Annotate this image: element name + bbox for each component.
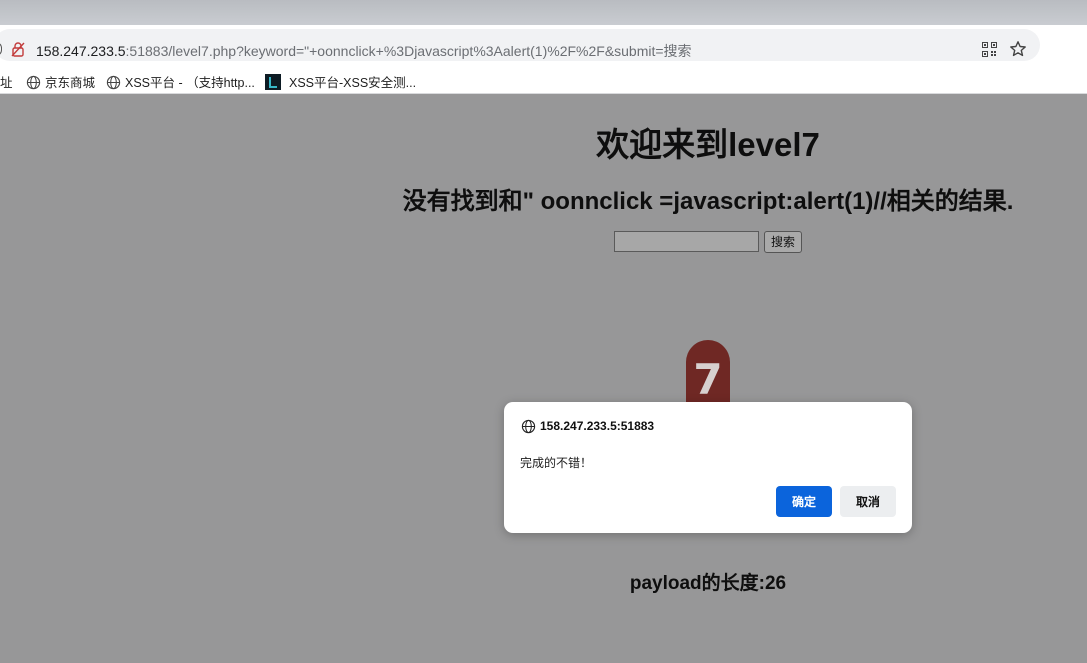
bookmark-label: 址: [0, 76, 13, 90]
url-text[interactable]: 158.247.233.5:51883/level7.php?keyword="…: [36, 41, 692, 61]
bookmark-label: XSS平台 - （支持http...: [125, 76, 255, 90]
bookmark-xss-security[interactable]: XSS平台-XSS安全测...: [265, 72, 416, 91]
dialog-message: 完成的不错！: [520, 456, 593, 470]
level-badge-image: 7: [686, 340, 730, 410]
payload-length-text: payload的长度:26: [629, 573, 787, 594]
address-bar-row: 158.247.233.5:51883/level7.php?keyword="…: [0, 25, 1087, 65]
page-info-icon[interactable]: [0, 42, 2, 56]
search-result-text: 没有找到和" oonnclick =javascript:alert(1)//相…: [402, 188, 1014, 215]
globe-icon: [106, 75, 121, 90]
url-host: 158.247.233.5: [36, 43, 126, 59]
not-secure-lock-icon[interactable]: [10, 41, 26, 57]
globe-icon: [521, 419, 536, 434]
bookmark-label: 京东商城: [45, 76, 96, 90]
bookmark-jd[interactable]: 京东商城: [26, 72, 95, 91]
bookmarks-bar: 址 京东商城 XSS平台 - （支持http... XSS平台-XSS安全测..…: [0, 65, 1087, 94]
address-bar[interactable]: 158.247.233.5:51883/level7.php?keyword="…: [0, 29, 1040, 61]
dialog-origin: 158.247.233.5:51883: [540, 419, 655, 433]
url-path: :51883/level7.php?keyword="+oonnclick+%3…: [125, 43, 692, 59]
page-title: 欢迎来到level7: [596, 126, 820, 163]
ok-button[interactable]: 确定: [776, 486, 832, 517]
globe-icon: [26, 75, 41, 90]
page-content: 欢迎来到level7 没有找到和" oonnclick =javascript:…: [0, 94, 1087, 663]
search-input[interactable]: [614, 231, 759, 252]
cancel-button[interactable]: 取消: [840, 486, 896, 517]
alert-dialog: 158.247.233.5:51883 完成的不错！ 确定 取消: [504, 402, 912, 533]
search-button[interactable]: 搜索: [764, 231, 802, 253]
bookmark-label: XSS平台-XSS安全测...: [289, 76, 417, 90]
bookmark-partial[interactable]: 址: [0, 72, 13, 91]
xss-favicon-icon: [265, 74, 281, 90]
qr-code-icon[interactable]: [982, 42, 997, 57]
bookmark-star-icon[interactable]: [1009, 40, 1027, 58]
browser-tab-strip: [0, 0, 1087, 25]
bookmark-xss-platform[interactable]: XSS平台 - （支持http...: [106, 72, 255, 91]
